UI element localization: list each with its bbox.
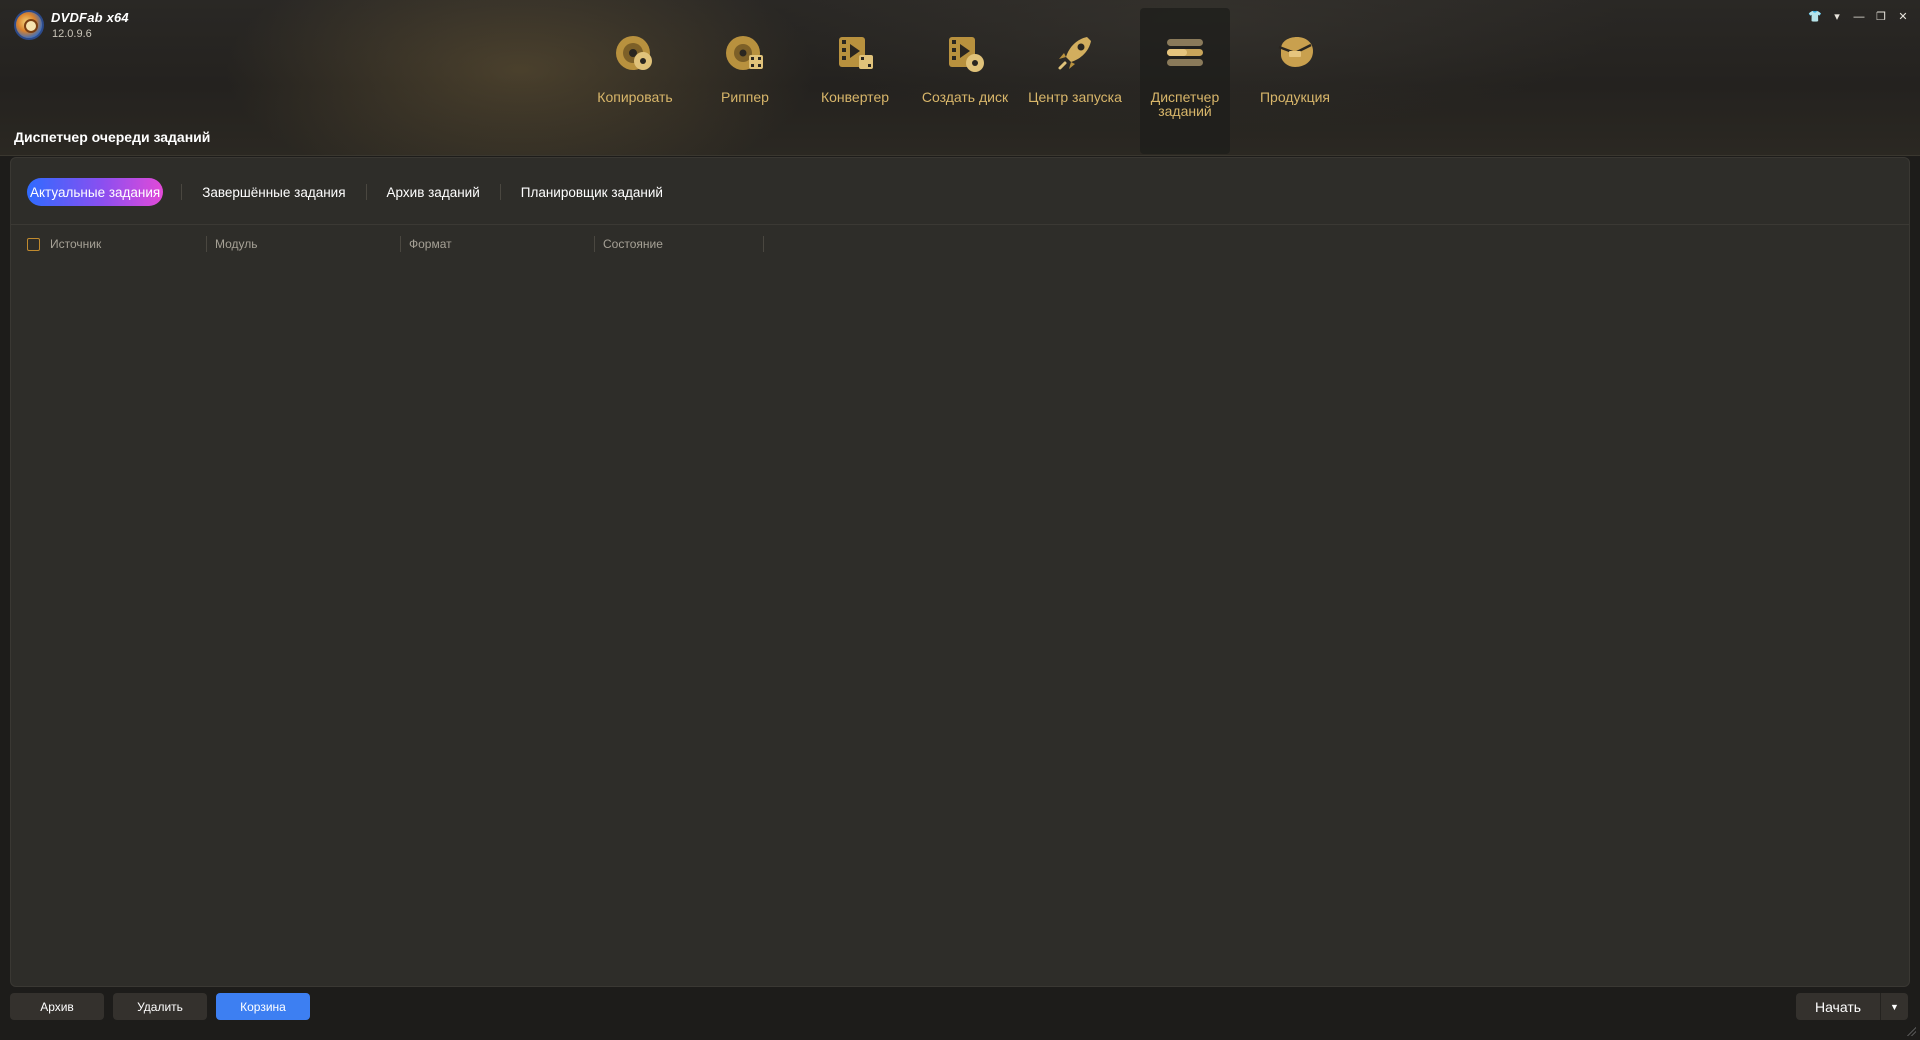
- nav-products-label: Продукция: [1259, 89, 1331, 105]
- window-controls: 👕 ▾ — ❐ ✕: [1808, 10, 1910, 24]
- nav-converter[interactable]: Конвертер: [800, 8, 910, 154]
- column-divider: [400, 236, 401, 252]
- trash-button[interactable]: Корзина: [216, 993, 310, 1020]
- nav-launchpad[interactable]: Центр запуска: [1020, 8, 1130, 154]
- nav-products[interactable]: Продукция: [1240, 8, 1350, 154]
- task-tabs: Актуальные задания Завершённые задания А…: [27, 178, 683, 206]
- nav-creator-label: Создать диск: [921, 89, 1009, 105]
- module-nav: Копировать Риппер Конвертер Создать диск…: [580, 8, 1350, 154]
- menu-icon[interactable]: ▾: [1830, 10, 1844, 24]
- task-queue-panel: Актуальные задания Завершённые задания А…: [10, 157, 1910, 987]
- tab-task-scheduler[interactable]: Планировщик заданий: [519, 178, 665, 206]
- column-module[interactable]: Модуль: [215, 236, 400, 252]
- tab-divider: [365, 184, 367, 200]
- close-icon[interactable]: ✕: [1896, 10, 1910, 24]
- tab-divider: [181, 184, 183, 200]
- minimize-icon[interactable]: —: [1852, 10, 1866, 24]
- nav-ripper[interactable]: Риппер: [690, 8, 800, 154]
- nav-ripper-label: Риппер: [721, 89, 769, 105]
- ripper-icon: [722, 30, 768, 76]
- nav-launchpad-label: Центр запуска: [1028, 89, 1122, 105]
- app-name: DVDFab x64: [51, 10, 129, 25]
- start-button-group: Начать ▼: [1796, 993, 1908, 1020]
- archive-button[interactable]: Архив: [10, 993, 104, 1020]
- restore-icon[interactable]: ❐: [1874, 10, 1888, 24]
- task-queue-icon: [1162, 30, 1208, 76]
- tab-current-tasks[interactable]: Актуальные задания: [27, 178, 164, 206]
- nav-task-queue-label: Диспетчер заданий: [1150, 89, 1220, 119]
- converter-icon: [832, 30, 878, 76]
- nav-copy[interactable]: Копировать: [580, 8, 690, 154]
- delete-button[interactable]: Удалить: [113, 993, 207, 1020]
- nav-converter-label: Конвертер: [820, 89, 890, 105]
- start-button[interactable]: Начать: [1796, 993, 1880, 1020]
- nav-creator[interactable]: Создать диск: [910, 8, 1020, 154]
- app-version: 12.0.9.6: [52, 28, 92, 40]
- skin-icon[interactable]: 👕: [1808, 10, 1822, 24]
- start-dropdown-chevron-down-icon[interactable]: ▼: [1880, 993, 1908, 1020]
- launchpad-icon: [1052, 30, 1098, 76]
- footer-bar: Архив Удалить Корзина Начать ▼: [0, 990, 1920, 1040]
- nav-task-queue[interactable]: Диспетчер заданий: [1140, 8, 1230, 154]
- dvdfab-logo-icon: [14, 10, 44, 40]
- table-header: Источник Модуль Формат Состояние: [11, 233, 1909, 255]
- column-status[interactable]: Состояние: [603, 236, 763, 252]
- tab-task-archive[interactable]: Архив заданий: [385, 178, 482, 206]
- page-title: Диспетчер очереди заданий: [14, 129, 211, 145]
- tab-divider: [499, 184, 501, 200]
- products-icon: [1272, 30, 1318, 76]
- nav-copy-label: Копировать: [597, 89, 673, 105]
- select-all-checkbox[interactable]: [27, 237, 40, 251]
- resize-grip-icon[interactable]: [1906, 1026, 1916, 1036]
- column-source[interactable]: Источник: [50, 236, 206, 252]
- column-format[interactable]: Формат: [409, 236, 594, 252]
- column-divider: [594, 236, 595, 252]
- title-bar: DVDFab x64 12.0.9.6 👕 ▾ — ❐ ✕ Копировать: [0, 0, 1920, 156]
- creator-icon: [942, 30, 988, 76]
- tabs-divider: [11, 224, 1909, 225]
- copy-disc-icon: [612, 30, 658, 76]
- column-divider: [206, 236, 207, 252]
- tab-completed-tasks[interactable]: Завершённые задания: [200, 178, 347, 206]
- column-divider: [763, 236, 764, 252]
